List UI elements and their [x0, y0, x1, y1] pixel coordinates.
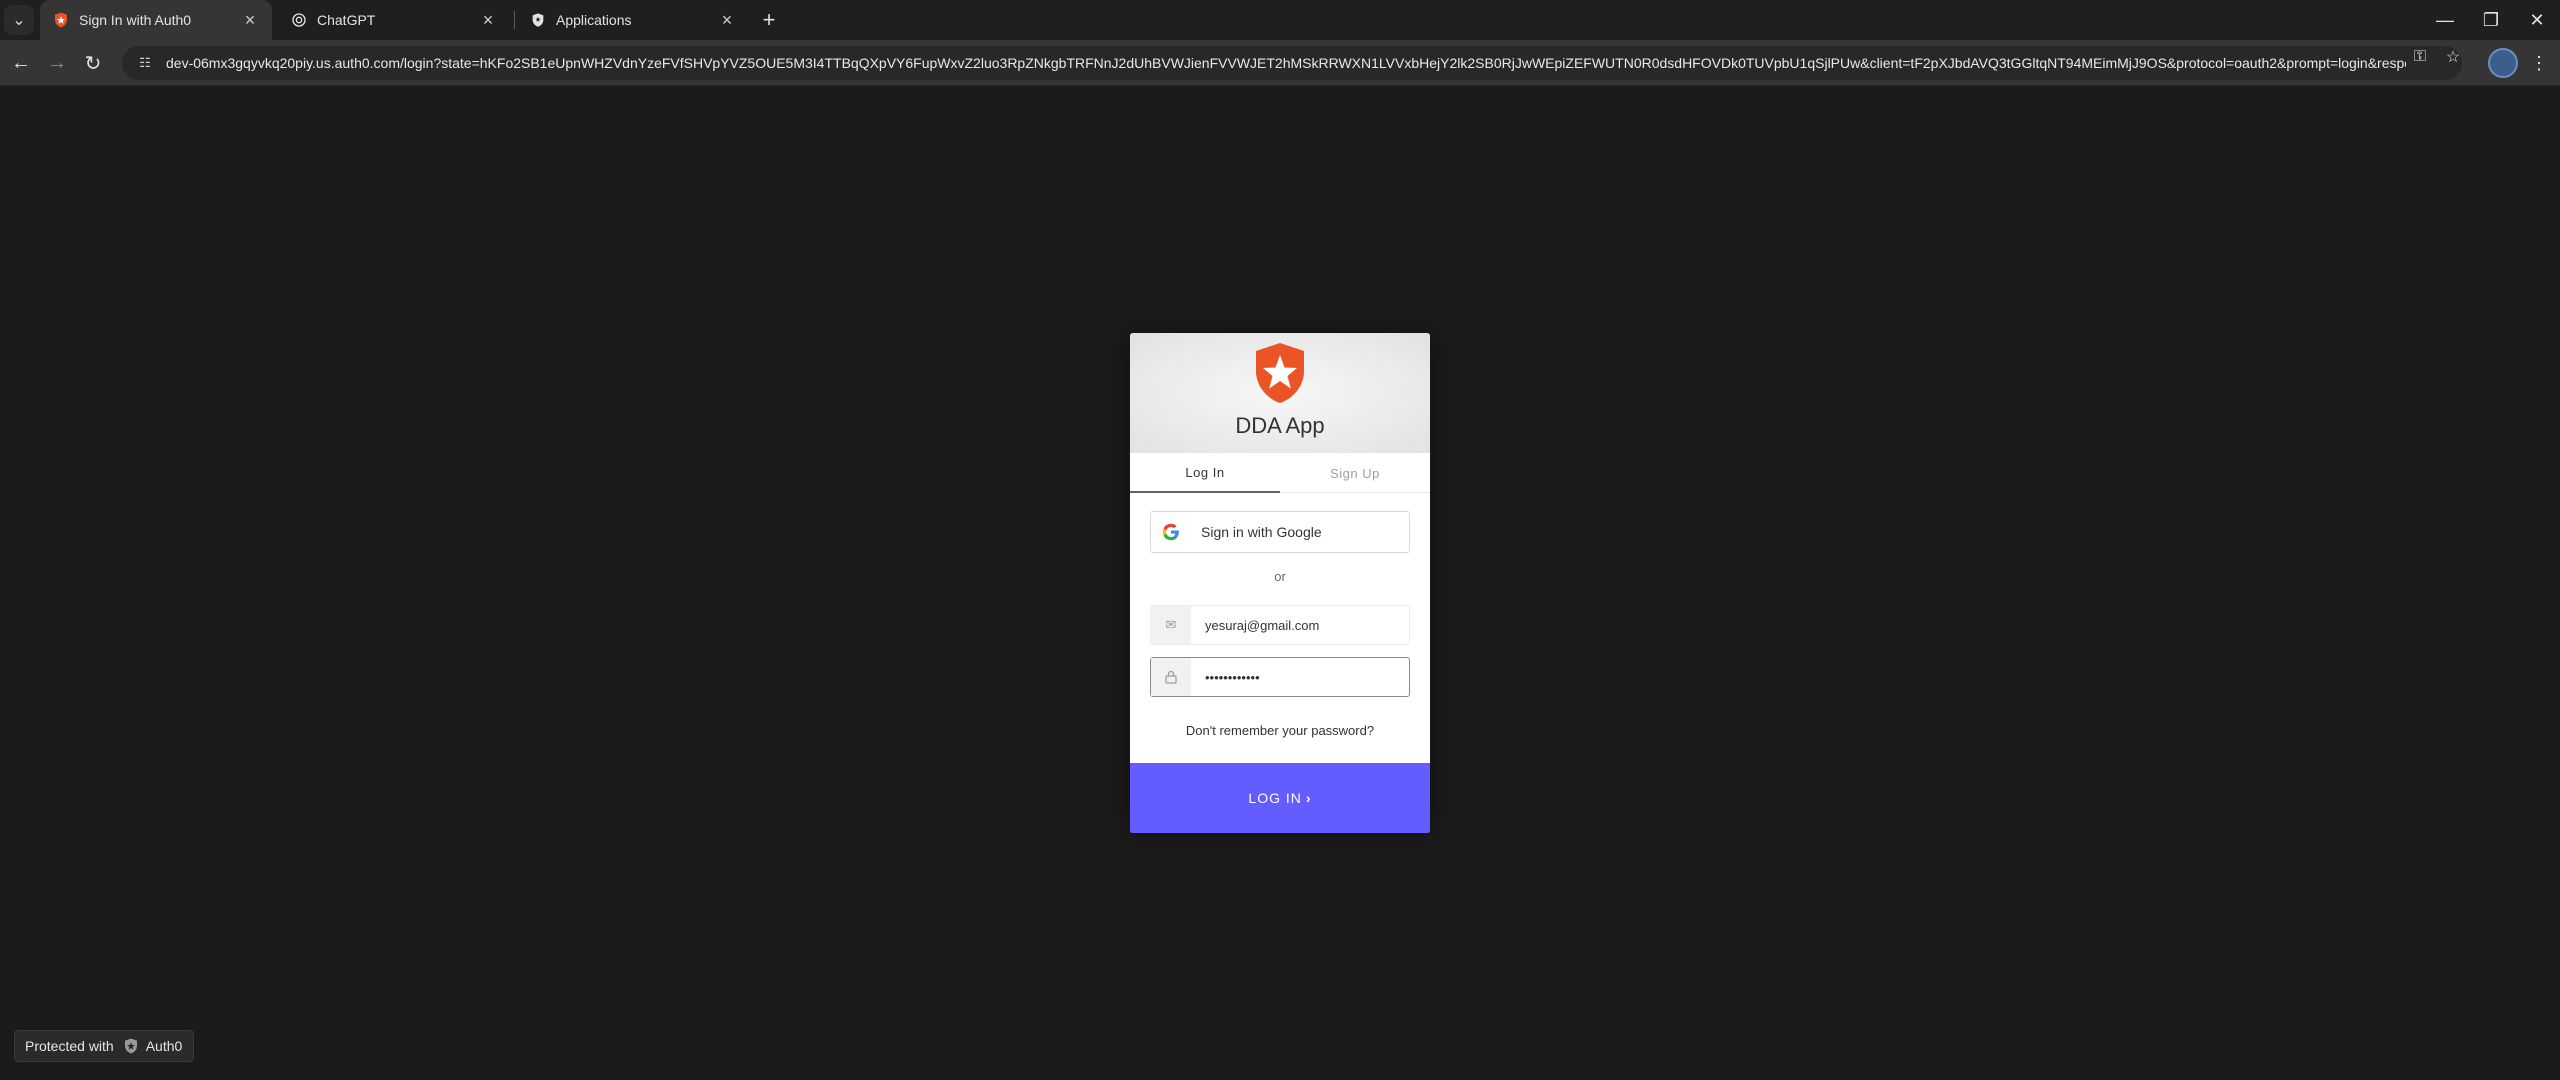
- email-field[interactable]: ✉: [1150, 605, 1410, 645]
- new-tab-button[interactable]: +: [755, 6, 783, 34]
- login-widget: DDA App Log In Sign Up Sign in with Goog…: [1130, 333, 1430, 833]
- browser-toolbar: ← → ↻ ☷ dev-06mx3gqyvkq20piy.us.auth0.co…: [0, 40, 2560, 86]
- site-info-icon[interactable]: ☷: [134, 52, 156, 74]
- openai-icon: [290, 12, 307, 29]
- profile-avatar[interactable]: [2488, 48, 2518, 78]
- app-name: DDA App: [1235, 413, 1325, 438]
- tab-title: Sign In with Auth0: [79, 12, 192, 28]
- minimize-icon[interactable]: —: [2422, 0, 2468, 40]
- badge-text: Protected with: [25, 1038, 114, 1054]
- address-bar[interactable]: ☷ dev-06mx3gqyvkq20piy.us.auth0.com/logi…: [122, 46, 2462, 80]
- or-separator: or: [1274, 569, 1286, 584]
- tab-chatgpt[interactable]: ChatGPT ×: [278, 0, 510, 40]
- tab-sign-up[interactable]: Sign Up: [1280, 453, 1430, 493]
- forgot-password-link[interactable]: Don't remember your password?: [1130, 723, 1430, 738]
- tab-separator: [514, 11, 515, 29]
- close-window-icon[interactable]: ✕: [2514, 0, 2560, 40]
- log-in-button[interactable]: LOG IN ›: [1130, 763, 1430, 833]
- widget-header: DDA App: [1130, 333, 1430, 453]
- auth-tabs: Log In Sign Up: [1130, 453, 1430, 493]
- log-in-label: LOG IN: [1248, 790, 1302, 806]
- url-text[interactable]: dev-06mx3gqyvkq20piy.us.auth0.com/login?…: [166, 55, 2406, 71]
- menu-icon[interactable]: ⋮: [2528, 48, 2550, 78]
- password-input[interactable]: [1205, 669, 1405, 685]
- close-icon[interactable]: ×: [240, 10, 260, 30]
- email-input[interactable]: [1205, 617, 1405, 633]
- tab-search-button[interactable]: ⌄: [4, 5, 34, 35]
- close-icon[interactable]: ×: [478, 10, 498, 30]
- badge-brand: Auth0: [145, 1038, 183, 1054]
- password-field[interactable]: [1150, 657, 1410, 697]
- back-icon[interactable]: ←: [6, 48, 36, 78]
- restore-icon[interactable]: ❐: [2468, 0, 2514, 40]
- tab-log-in[interactable]: Log In: [1130, 453, 1280, 493]
- tab-title: Applications: [556, 12, 632, 28]
- bookmark-star-icon[interactable]: ☆: [2443, 47, 2463, 67]
- envelope-icon: ✉: [1151, 606, 1191, 644]
- tab-title: ChatGPT: [317, 12, 376, 28]
- tab-strip: ⌄ Sign In with Auth0 × ChatGPT × Applica…: [0, 0, 2560, 40]
- forward-icon[interactable]: →: [42, 48, 72, 78]
- reload-icon[interactable]: ↻: [78, 48, 108, 78]
- tab-applications[interactable]: Applications ×: [517, 0, 749, 40]
- close-icon[interactable]: ×: [717, 10, 737, 30]
- google-icon: [1151, 512, 1191, 552]
- tab-sign-in-auth0[interactable]: Sign In with Auth0 ×: [40, 0, 272, 40]
- auth0-logo-icon: [1252, 341, 1308, 405]
- protected-badge[interactable]: Protected with Auth0: [14, 1030, 194, 1062]
- lock-icon: [1151, 658, 1191, 696]
- auth0-icon: [52, 12, 69, 29]
- google-sign-in-button[interactable]: Sign in with Google: [1150, 511, 1410, 553]
- google-button-label: Sign in with Google: [1201, 524, 1322, 540]
- auth0-badge-icon: [122, 1037, 140, 1055]
- chevron-right-icon: ›: [1305, 790, 1312, 806]
- shield-icon: [529, 12, 546, 29]
- password-key-icon[interactable]: ⚿: [2410, 47, 2430, 67]
